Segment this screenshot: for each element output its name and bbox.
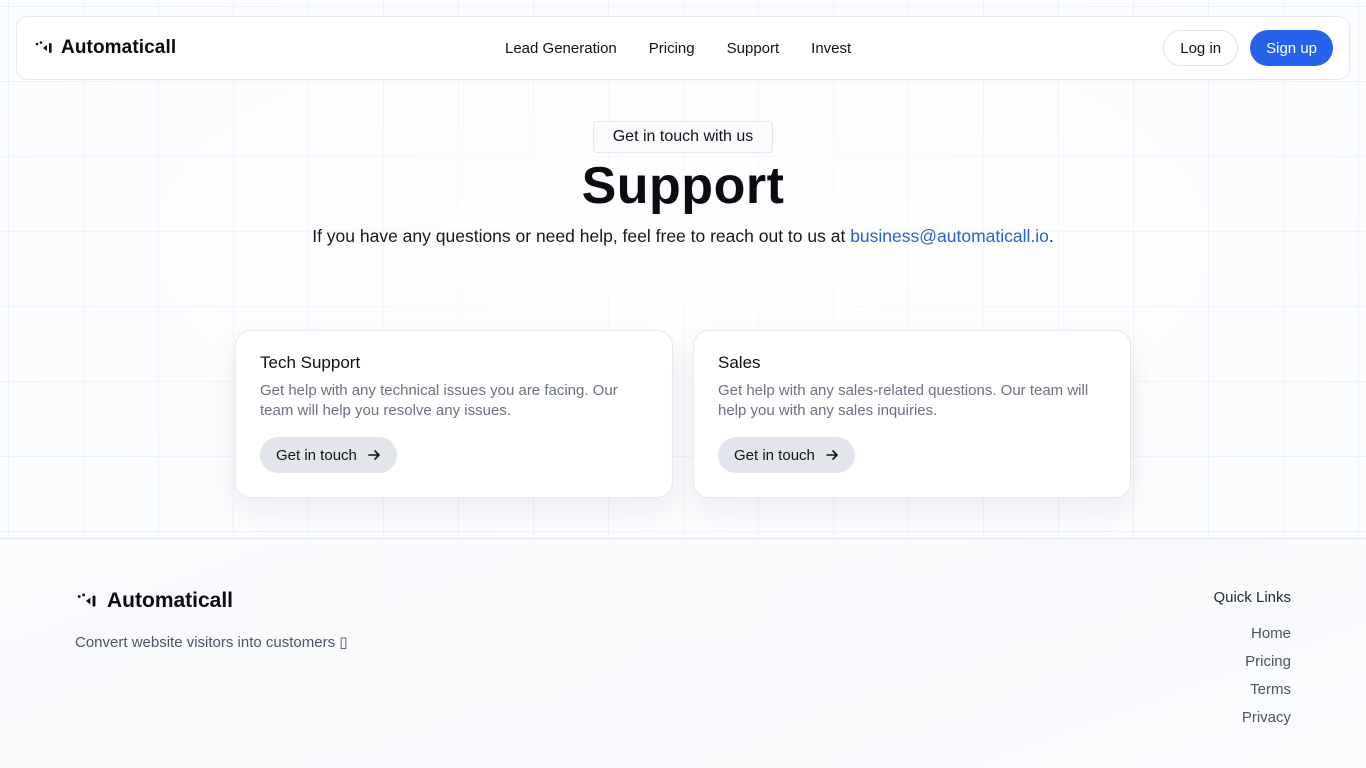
- footer-link-pricing[interactable]: Pricing: [1213, 648, 1291, 676]
- quick-links-title: Quick Links: [1213, 589, 1291, 606]
- hero-subtitle: If you have any questions or need help, …: [0, 226, 1366, 247]
- footer-brand-logo[interactable]: Automaticall: [77, 589, 233, 613]
- hero-background: [0, 0, 1366, 538]
- sales-get-in-touch-button[interactable]: Get in touch: [718, 437, 855, 473]
- card-description: Get help with any sales-related question…: [718, 382, 1089, 419]
- login-button[interactable]: Log in: [1163, 30, 1239, 66]
- subtitle-suffix: .: [1048, 226, 1054, 246]
- tech-support-get-in-touch-button[interactable]: Get in touch: [260, 437, 397, 473]
- footer-link-home[interactable]: Home: [1213, 620, 1291, 648]
- button-label: Get in touch: [276, 446, 357, 464]
- card-title: Tech Support: [260, 353, 361, 372]
- page-title: Support: [581, 157, 785, 215]
- brand-name: Automaticall: [61, 37, 177, 58]
- brand-logo[interactable]: Automaticall: [35, 17, 176, 79]
- subtitle-text: If you have any questions or need help, …: [312, 226, 851, 246]
- card-description: Get help with any technical issues you a…: [260, 382, 618, 419]
- tech-support-card: Tech Support Get help with any technical…: [235, 330, 673, 498]
- card-title: Sales: [718, 353, 761, 372]
- nav-lead-generation[interactable]: Lead Generation: [505, 40, 617, 57]
- sales-card: Sales Get help with any sales-related qu…: [693, 330, 1131, 498]
- nav-invest[interactable]: Invest: [811, 40, 851, 57]
- main-nav: Lead Generation Pricing Support Invest: [505, 17, 851, 79]
- footer-brand-name: Automaticall: [107, 589, 234, 612]
- arrow-right-icon: [826, 450, 838, 460]
- footer-link-terms[interactable]: Terms: [1213, 676, 1291, 704]
- footer-link-privacy[interactable]: Privacy: [1213, 704, 1291, 732]
- nav-support[interactable]: Support: [727, 40, 780, 57]
- top-navbar: Automaticall Lead Generation Pricing Sup…: [16, 16, 1350, 80]
- quick-links: Quick Links Home Pricing Terms Privacy: [1213, 589, 1291, 732]
- signup-button[interactable]: Sign up: [1250, 30, 1333, 66]
- auth-buttons: Log in Sign up: [1163, 30, 1333, 66]
- eyebrow-badge: Get in touch with us: [593, 121, 773, 153]
- button-label: Get in touch: [734, 446, 815, 464]
- site-footer: Automaticall Convert website visitors in…: [0, 538, 1366, 768]
- footer-tagline: Convert website visitors into customers …: [75, 634, 348, 651]
- arrow-right-icon: [368, 450, 380, 460]
- sound-wave-icon: [35, 41, 52, 53]
- sound-wave-icon: [77, 593, 96, 607]
- nav-pricing[interactable]: Pricing: [649, 40, 695, 57]
- support-email-link[interactable]: business@automaticall.io: [850, 226, 1049, 246]
